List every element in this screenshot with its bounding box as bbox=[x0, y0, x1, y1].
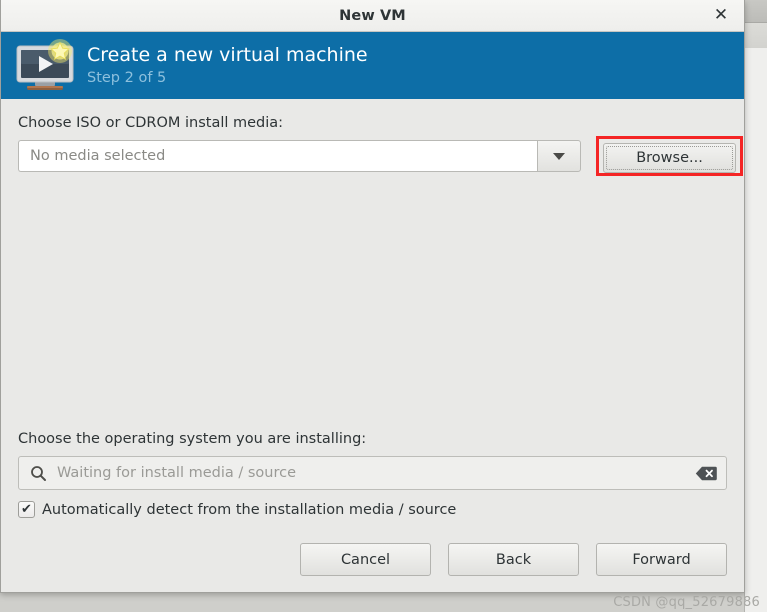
dialog-header-banner: Create a new virtual machine Step 2 of 5 bbox=[1, 32, 744, 99]
media-label: Choose ISO or CDROM install media: bbox=[18, 115, 284, 131]
autodetect-label: Automatically detect from the installati… bbox=[42, 501, 457, 518]
header-step-indicator: Step 2 of 5 bbox=[87, 70, 167, 86]
checkmark-icon: ✔ bbox=[21, 502, 32, 517]
os-label: Choose the operating system you are inst… bbox=[18, 431, 367, 447]
new-virtual-machine-icon bbox=[13, 38, 77, 94]
header-text-block: Create a new virtual machine Step 2 of 5 bbox=[87, 43, 368, 88]
search-icon bbox=[30, 465, 47, 482]
dialog-title: New VM bbox=[339, 7, 406, 24]
dialog-titlebar: New VM ✕ bbox=[1, 0, 744, 32]
autodetect-row[interactable]: ✔ Automatically detect from the installa… bbox=[18, 501, 727, 518]
media-dropdown-button[interactable] bbox=[537, 140, 581, 172]
background-window-header bbox=[745, 0, 767, 23]
cancel-button[interactable]: Cancel bbox=[300, 543, 431, 576]
browse-button[interactable]: Browse... bbox=[603, 143, 736, 173]
backspace-clear-icon[interactable] bbox=[695, 466, 717, 481]
media-combobox[interactable]: No media selected bbox=[18, 140, 581, 172]
new-vm-dialog: New VM ✕ Create a new virtual machine St… bbox=[0, 0, 745, 593]
os-search-placeholder: Waiting for install media / source bbox=[57, 465, 297, 481]
dialog-action-buttons: Cancel Back Forward bbox=[300, 543, 727, 576]
media-row: No media selected Browse... bbox=[18, 136, 743, 176]
dialog-content: Choose ISO or CDROM install media: No me… bbox=[1, 99, 744, 594]
close-icon[interactable]: ✕ bbox=[710, 5, 732, 27]
os-section: Choose the operating system you are inst… bbox=[18, 431, 727, 518]
os-search-input[interactable]: Waiting for install media / source bbox=[18, 456, 727, 490]
header-title: Create a new virtual machine bbox=[87, 44, 368, 66]
forward-button[interactable]: Forward bbox=[596, 543, 727, 576]
media-entry-value[interactable]: No media selected bbox=[18, 140, 537, 172]
back-button[interactable]: Back bbox=[448, 543, 579, 576]
background-window[interactable] bbox=[744, 0, 767, 612]
browse-highlight-annotation: Browse... bbox=[596, 136, 743, 176]
background-window-row bbox=[745, 23, 767, 50]
autodetect-checkbox[interactable]: ✔ bbox=[18, 501, 35, 518]
chevron-down-icon bbox=[553, 152, 565, 160]
watermark-text: CSDN @qq_52679886 bbox=[613, 595, 760, 610]
background-window-body bbox=[745, 48, 767, 612]
